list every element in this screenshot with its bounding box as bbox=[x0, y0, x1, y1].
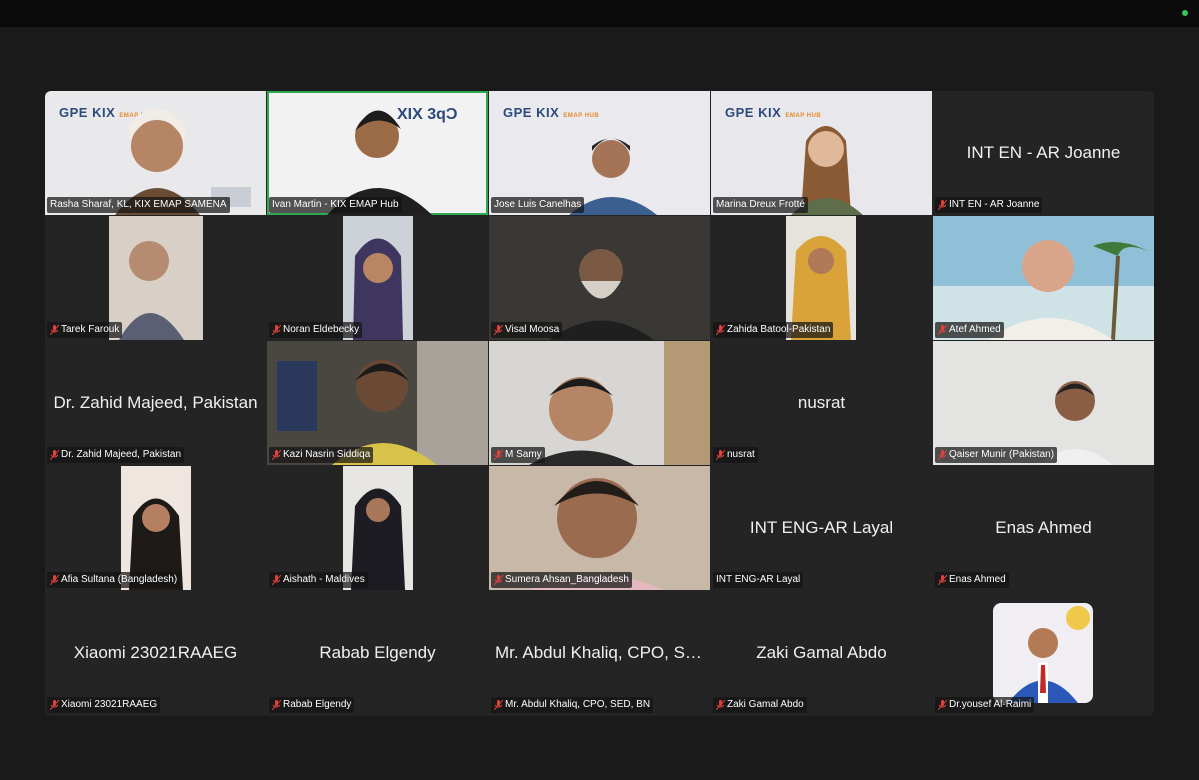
participant-tile[interactable]: GPE KIX EMAP HUB Rasha Sharaf, KL, KIX E… bbox=[45, 91, 266, 215]
participant-name-label: Visal Moosa bbox=[491, 322, 563, 338]
participant-name-label: Kazi Nasrin Siddiqa bbox=[269, 447, 374, 463]
participant-display-name: Enas Ahmed bbox=[995, 518, 1092, 537]
muted-mic-icon bbox=[272, 325, 281, 335]
muted-mic-icon bbox=[494, 700, 503, 710]
participant-name-label: Rabab Elgendy bbox=[269, 697, 355, 713]
participant-name-label: Dr.yousef Al-Raimi bbox=[935, 697, 1035, 713]
muted-mic-icon bbox=[272, 575, 281, 585]
participant-tile[interactable]: Enas Ahmed Enas Ahmed bbox=[933, 466, 1154, 590]
muted-mic-icon bbox=[494, 450, 503, 460]
participant-name-label: Zahida Batool-Pakistan bbox=[713, 322, 834, 338]
participant-tile[interactable]: GPE KIX EMAP HUB Marina Dreux Frotté bbox=[711, 91, 932, 215]
participant-tile[interactable]: Atef Ahmed bbox=[933, 216, 1154, 340]
participant-tile[interactable]: nusrat nusrat bbox=[711, 341, 932, 465]
muted-mic-icon bbox=[50, 575, 59, 585]
gallery-view: GPE KIX EMAP HUB Rasha Sharaf, KL, KIX E… bbox=[45, 91, 1154, 716]
participant-name-label: Ivan Martin - KIX EMAP Hub bbox=[269, 197, 402, 213]
participant-tile[interactable]: Zaki Gamal Abdo Zaki Gamal Abdo bbox=[711, 591, 932, 715]
muted-mic-icon bbox=[938, 700, 947, 710]
participant-tile[interactable]: Afia Sultana (Bangladesh) bbox=[45, 466, 266, 590]
participant-tile[interactable]: GPE KIX EMAP HUB Jose Luis Canelhas bbox=[489, 91, 710, 215]
participant-name-label: Sumera Ahsan_Bangladesh bbox=[491, 572, 632, 588]
muted-mic-icon bbox=[938, 450, 947, 460]
muted-mic-icon bbox=[494, 575, 503, 585]
muted-mic-icon bbox=[50, 450, 59, 460]
participant-tile[interactable]: Qaiser Munir (Pakistan) bbox=[933, 341, 1154, 465]
participant-name-label: Xiaomi 23021RAAEG bbox=[47, 697, 161, 713]
participant-name-label: Afia Sultana (Bangladesh) bbox=[47, 572, 181, 588]
participant-display-name: Rabab Elgendy bbox=[319, 643, 436, 662]
svg-text:XIX 3qƆ: XIX 3qƆ bbox=[397, 106, 457, 123]
participant-name-label: Enas Ahmed bbox=[935, 572, 1009, 588]
participant-tile[interactable]: Dr. Zahid Majeed, Pakistan Dr. Zahid Maj… bbox=[45, 341, 266, 465]
window-top-bar bbox=[0, 0, 1199, 27]
muted-mic-icon bbox=[938, 575, 947, 585]
participant-display-name: Mr. Abdul Khaliq, CPO, SE... bbox=[495, 643, 710, 662]
participant-name-label: INT EN - AR Joanne bbox=[935, 197, 1043, 213]
muted-mic-icon bbox=[716, 325, 725, 335]
participant-tile[interactable]: Kazi Nasrin Siddiqa bbox=[267, 341, 488, 465]
participant-display-name: INT EN - AR Joanne bbox=[966, 143, 1121, 162]
participant-tile[interactable]: Sumera Ahsan_Bangladesh bbox=[489, 466, 710, 590]
participant-name-label: Noran Eldebecky bbox=[269, 322, 363, 338]
muted-mic-icon bbox=[716, 450, 725, 460]
video-feed bbox=[109, 216, 203, 340]
participant-tile[interactable]: Xiaomi 23021RAAEG Xiaomi 23021RAAEG bbox=[45, 591, 266, 715]
participant-name-label: Mr. Abdul Khaliq, CPO, SED, BN bbox=[491, 697, 654, 713]
participant-name-label: INT ENG-AR Layal bbox=[713, 572, 804, 588]
muted-mic-icon bbox=[272, 700, 281, 710]
muted-mic-icon bbox=[50, 325, 59, 335]
participant-tile[interactable]: Dr.yousef Al-Raimi bbox=[933, 591, 1154, 715]
muted-mic-icon bbox=[272, 450, 281, 460]
profile-picture bbox=[993, 603, 1093, 703]
participant-tile[interactable]: Visal Moosa bbox=[489, 216, 710, 340]
participant-name-label: Rasha Sharaf, KL, KIX EMAP SAMENA bbox=[47, 197, 230, 213]
participant-name-label: nusrat bbox=[713, 447, 758, 463]
participant-name-label: Dr. Zahid Majeed, Pakistan bbox=[47, 447, 185, 463]
muted-mic-icon bbox=[50, 700, 59, 710]
participant-name-label: Atef Ahmed bbox=[935, 322, 1004, 338]
status-dot-icon bbox=[1182, 10, 1188, 16]
participant-tile[interactable]: Rabab Elgendy Rabab Elgendy bbox=[267, 591, 488, 715]
participant-name-label: M Samy bbox=[491, 447, 545, 463]
participant-display-name: nusrat bbox=[797, 393, 846, 412]
participant-tile[interactable]: Mr. Abdul Khaliq, CPO, SE... Mr. Abdul K… bbox=[489, 591, 710, 715]
participant-display-name: INT ENG-AR Layal bbox=[749, 518, 894, 537]
participant-tile[interactable]: Tarek Farouk bbox=[45, 216, 266, 340]
participant-display-name: Xiaomi 23021RAAEG bbox=[73, 643, 238, 662]
participant-name-label: Qaiser Munir (Pakistan) bbox=[935, 447, 1058, 463]
muted-mic-icon bbox=[716, 700, 725, 710]
participant-tile[interactable]: Aishath - Maldives bbox=[267, 466, 488, 590]
muted-mic-icon bbox=[938, 325, 947, 335]
participant-tile[interactable]: INT EN - AR Joanne INT EN - AR Joanne bbox=[933, 91, 1154, 215]
participant-name-label: Zaki Gamal Abdo bbox=[713, 697, 807, 713]
muted-mic-icon bbox=[938, 200, 947, 210]
participant-tile[interactable]: M Samy bbox=[489, 341, 710, 465]
participant-name-label: Jose Luis Canelhas bbox=[491, 197, 585, 213]
participant-display-name: Dr. Zahid Majeed, Pakistan bbox=[53, 393, 258, 412]
participant-name-label: Aishath - Maldives bbox=[269, 572, 368, 588]
participant-display-name: Zaki Gamal Abdo bbox=[756, 643, 887, 662]
participant-tile[interactable]: Noran Eldebecky bbox=[267, 216, 488, 340]
participant-tile-active-speaker[interactable]: XIX 3qƆ Ivan Martin - KIX EMAP Hub bbox=[267, 91, 488, 215]
muted-mic-icon bbox=[494, 325, 503, 335]
participant-tile[interactable]: INT ENG-AR Layal INT ENG-AR Layal bbox=[711, 466, 932, 590]
participant-tile[interactable]: Zahida Batool-Pakistan bbox=[711, 216, 932, 340]
participant-name-label: Tarek Farouk bbox=[47, 322, 123, 338]
participant-name-label: Marina Dreux Frotté bbox=[713, 197, 808, 213]
